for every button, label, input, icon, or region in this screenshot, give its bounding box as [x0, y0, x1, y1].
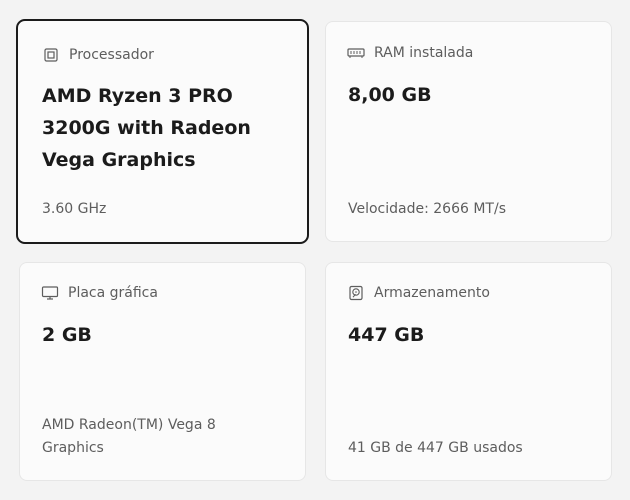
- storage-card[interactable]: Armazenamento 447 GB 41 GB de 447 GB usa…: [325, 262, 612, 481]
- gpu-icon: [41, 284, 59, 302]
- processor-card[interactable]: Processador AMD Ryzen 3 PRO 3200G with R…: [16, 19, 309, 244]
- ram-detail: Velocidade: 2666 MT/s: [348, 201, 506, 217]
- processor-label-text: Processador: [69, 47, 154, 63]
- processor-value: AMD Ryzen 3 PRO 3200G with Radeon Vega G…: [42, 85, 251, 171]
- processor-detail: 3.60 GHz: [42, 201, 107, 217]
- storage-label: Armazenamento: [347, 284, 490, 302]
- gpu-card[interactable]: Placa gráfica 2 GB AMD Radeon(TM) Vega 8…: [19, 262, 306, 481]
- storage-value: 447 GB: [348, 324, 425, 346]
- gpu-value: 2 GB: [42, 324, 92, 346]
- processor-label: Processador: [42, 46, 154, 64]
- storage-label-text: Armazenamento: [374, 285, 490, 301]
- storage-icon: [347, 284, 365, 302]
- processor-icon: [42, 46, 60, 64]
- ram-card[interactable]: RAM instalada 8,00 GB Velocidade: 2666 M…: [325, 21, 612, 242]
- ram-label: RAM instalada: [347, 44, 473, 62]
- ram-icon: [347, 44, 365, 62]
- storage-detail: 41 GB de 447 GB usados: [348, 440, 523, 456]
- gpu-label: Placa gráfica: [41, 284, 158, 302]
- ram-value: 8,00 GB: [348, 84, 432, 106]
- gpu-label-text: Placa gráfica: [68, 285, 158, 301]
- ram-label-text: RAM instalada: [374, 45, 474, 61]
- gpu-detail: AMD Radeon(TM) Vega 8 Graphics: [42, 417, 216, 456]
